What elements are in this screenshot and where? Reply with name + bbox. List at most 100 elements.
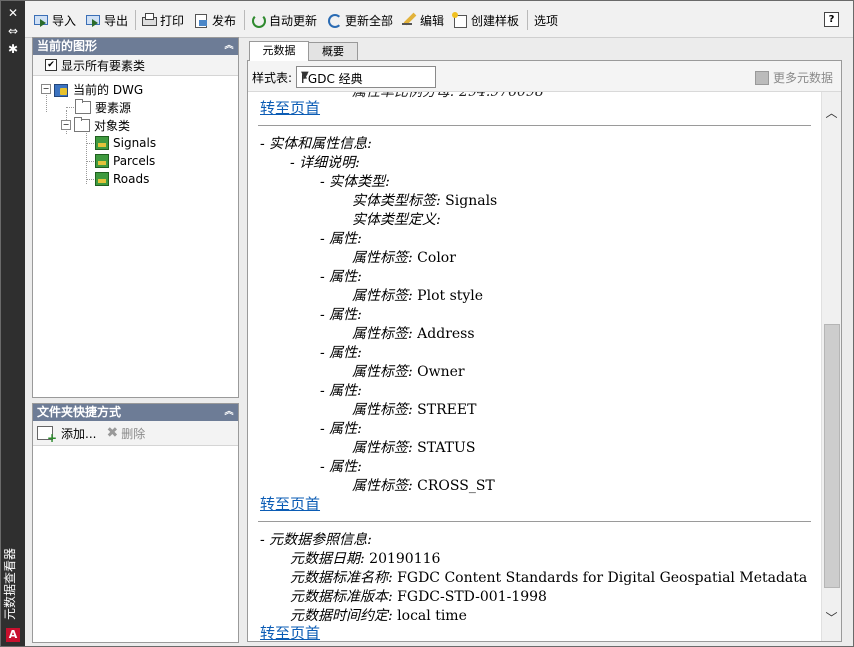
auto-hide-icon[interactable]: ⇔ xyxy=(5,24,21,38)
add-shortcut-button[interactable]: 添加... xyxy=(61,425,96,442)
metadata-date: 元数据日期: 20190116 xyxy=(290,551,441,567)
tree-node-signals[interactable]: Signals xyxy=(33,134,238,152)
vertical-scrollbar[interactable]: ︿ ﹀ xyxy=(821,92,841,641)
scroll-up-icon[interactable]: ︿ xyxy=(822,104,841,122)
import-icon xyxy=(33,12,49,28)
more-metadata-icon xyxy=(754,70,769,85)
attribute-label: 属性标签: CROSS_ST xyxy=(352,478,495,494)
add-folder-icon xyxy=(37,426,57,445)
attribute-heading: - 属性: xyxy=(320,383,362,399)
close-icon[interactable]: ✕ xyxy=(5,6,21,20)
folder-shortcuts-title: 文件夹快捷方式 ︽ xyxy=(33,404,238,421)
options-button[interactable]: 选项 xyxy=(534,12,558,28)
attribute-heading: - 属性: xyxy=(320,345,362,361)
collapse-node-icon[interactable]: − xyxy=(61,120,71,130)
metadata-time-convention: 元数据时间约定: local time xyxy=(290,608,467,624)
metadata-content: 属性单比例分母: 294.976098 转至页首 - 实体和属性信息: - 详细… xyxy=(248,92,821,641)
tree-node-object-classes[interactable]: − 对象类 xyxy=(33,116,238,134)
create-template-icon xyxy=(452,12,468,28)
dwg-icon xyxy=(54,82,69,97)
feature-class-icon xyxy=(95,136,109,150)
export-button[interactable]: 导出 xyxy=(85,12,128,28)
folder-shortcuts-panel: 文件夹快捷方式 ︽ 添加... ✖ 删除 xyxy=(32,403,239,643)
print-button[interactable]: 打印 xyxy=(141,12,184,28)
autocad-logo-icon: A xyxy=(6,628,20,642)
section-entity-attribute: - 实体和属性信息: xyxy=(260,136,372,152)
show-all-checkbox[interactable]: ✔ xyxy=(45,59,57,71)
stylesheet-select[interactable]: FGDC 经典 ▼ xyxy=(296,66,436,88)
entity-type-label: 实体类型标签: Signals xyxy=(352,193,498,209)
show-all-checkbox-row[interactable]: ✔ 显示所有要素类 xyxy=(33,55,238,76)
stylesheet-label: 样式表: xyxy=(252,71,293,85)
tree-node-feature-source[interactable]: 要素源 xyxy=(33,98,238,116)
attribute-label: 属性标签: Plot style xyxy=(352,288,484,304)
feature-class-icon xyxy=(95,172,109,186)
entity-type-definition: 实体类型定义: xyxy=(352,212,441,228)
entity-type-heading: - 实体类型: xyxy=(320,174,390,190)
current-drawing-title: 当前的图形 ︽ xyxy=(33,38,238,55)
export-icon xyxy=(85,12,101,28)
toolbar-separator xyxy=(135,10,136,30)
goto-top-link[interactable]: 转至页首 xyxy=(260,624,320,641)
auto-update-button[interactable]: 自动更新 xyxy=(250,12,317,28)
update-all-button[interactable]: 更新全部 xyxy=(326,12,393,28)
auto-update-icon xyxy=(250,12,266,28)
tree-node-roads[interactable]: Roads xyxy=(33,170,238,188)
divider xyxy=(258,125,811,126)
attribute-label: 属性标签: Address xyxy=(352,326,475,342)
more-metadata-button[interactable]: 更多元数据 xyxy=(754,69,833,86)
edit-icon xyxy=(401,12,417,28)
goto-top-link[interactable]: 转至页首 xyxy=(260,495,320,514)
tree-node-parcels[interactable]: Parcels xyxy=(33,152,238,170)
attribute-label: 属性标签: Owner xyxy=(352,364,465,380)
delete-shortcut-button[interactable]: 删除 xyxy=(121,425,145,442)
print-icon xyxy=(141,12,157,28)
attribute-label: 属性标签: Color xyxy=(352,250,456,266)
palette-strip: ✕ ⇔ ✱ 元数据查看器 A xyxy=(1,1,25,646)
collapse-icon[interactable]: ︽ xyxy=(224,41,234,51)
scroll-thumb[interactable] xyxy=(824,324,840,588)
attribute-heading: - 属性: xyxy=(320,231,362,247)
divider xyxy=(258,521,811,522)
tab-summary[interactable]: 概要 xyxy=(308,42,358,60)
metadata-viewer-window: ✕ ⇔ ✱ 元数据查看器 A 导入 导出 打印 发布 自动更新 更新全部 编辑 … xyxy=(0,0,854,647)
current-drawing-panel: 当前的图形 ︽ ✔ 显示所有要素类 − 当前的 DWG 要素源 − 对象类 Si… xyxy=(32,37,239,398)
publish-icon xyxy=(193,12,209,28)
attribute-label: 属性标签: STREET xyxy=(352,402,477,418)
scroll-down-icon[interactable]: ﹀ xyxy=(822,609,841,627)
import-button[interactable]: 导入 xyxy=(33,12,76,28)
properties-icon[interactable]: ✱ xyxy=(5,42,21,56)
detail-heading: - 详细说明: xyxy=(290,155,360,171)
attribute-heading: - 属性: xyxy=(320,269,362,285)
collapse-icon[interactable]: ︽ xyxy=(224,407,234,417)
toolbar-separator xyxy=(527,10,528,30)
attribute-heading: - 属性: xyxy=(320,307,362,323)
delete-icon: ✖ xyxy=(106,425,119,441)
toolbar: 导入 导出 打印 发布 自动更新 更新全部 编辑 创建样板 选项 ? xyxy=(25,1,853,38)
clipped-line: 属性单比例分母: 294.976098 xyxy=(352,92,544,100)
palette-title: 元数据查看器 xyxy=(3,547,17,620)
stylesheet-bar: 样式表: FGDC 经典 ▼ 更多元数据 xyxy=(248,61,841,92)
tab-metadata[interactable]: 元数据 xyxy=(249,41,309,61)
folder-icon xyxy=(75,98,91,114)
help-button[interactable]: ? xyxy=(824,12,839,27)
tree-node-current-dwg[interactable]: − 当前的 DWG xyxy=(33,80,238,98)
attribute-label: 属性标签: STATUS xyxy=(352,440,476,456)
create-template-button[interactable]: 创建样板 xyxy=(452,12,519,28)
attribute-heading: - 属性: xyxy=(320,459,362,475)
metadata-pane: 样式表: FGDC 经典 ▼ 更多元数据 属性单比例分母: 294.976098… xyxy=(247,60,842,642)
publish-button[interactable]: 发布 xyxy=(193,12,236,28)
update-all-icon xyxy=(326,12,342,28)
section-metadata-reference: - 元数据参照信息: xyxy=(260,532,372,548)
goto-top-link[interactable]: 转至页首 xyxy=(260,99,320,118)
folder-icon xyxy=(74,116,90,132)
feature-class-icon xyxy=(95,154,109,168)
collapse-node-icon[interactable]: − xyxy=(41,84,51,94)
metadata-standard-version: 元数据标准版本: FGDC-STD-001-1998 xyxy=(290,589,547,605)
drawing-tree: − 当前的 DWG 要素源 − 对象类 Signals Parcels Road… xyxy=(33,76,238,188)
attribute-heading: - 属性: xyxy=(320,421,362,437)
metadata-standard-name: 元数据标准名称: FGDC Content Standards for Digi… xyxy=(290,570,808,586)
chevron-down-icon: ▼ xyxy=(301,70,309,81)
edit-button[interactable]: 编辑 xyxy=(401,12,444,28)
folder-shortcuts-toolbar: 添加... ✖ 删除 xyxy=(33,421,238,446)
